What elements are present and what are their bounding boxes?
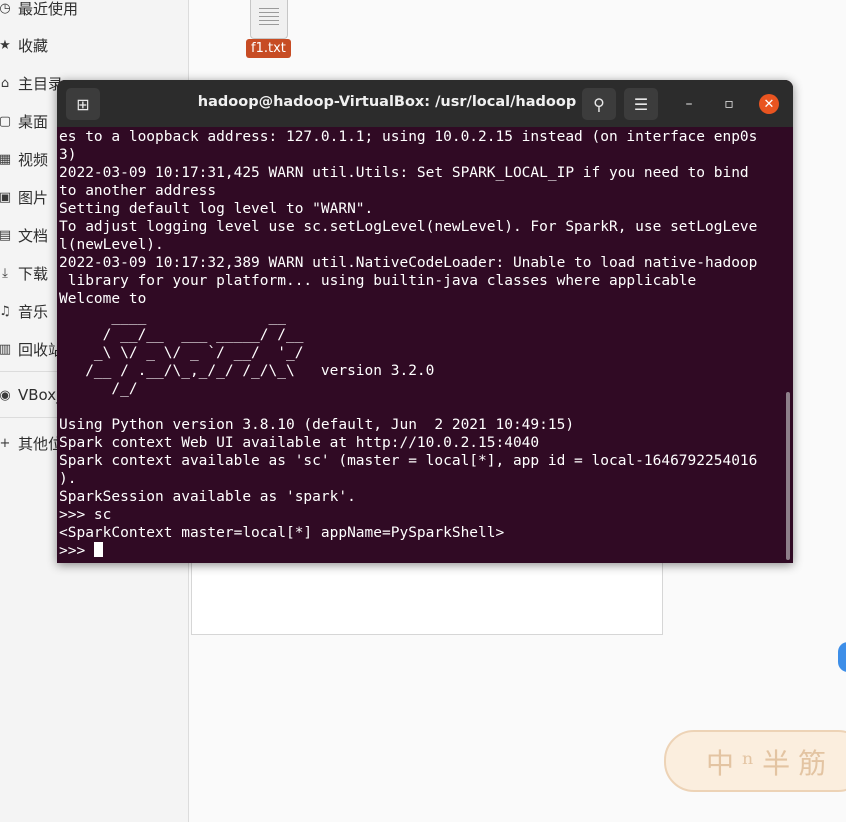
text-file-icon[interactable] <box>250 0 288 39</box>
sidebar-item-label: 文档 <box>18 226 49 245</box>
terminal-line: ). <box>59 471 77 487</box>
terminal-output[interactable]: es to a loopback address: 127.0.1.1; usi… <box>59 128 785 563</box>
maximize-icon: ▫ <box>724 96 734 112</box>
star-icon: ★ <box>0 37 11 53</box>
terminal-line: Welcome to <box>59 291 147 307</box>
terminal-line: Spark context Web UI available at http:/… <box>59 435 540 451</box>
watermark-text: 中ⁿ半筋 <box>706 747 835 780</box>
sidebar-item-label: 视频 <box>18 150 49 169</box>
spark-logo-line: ____ __ <box>59 309 286 325</box>
new-tab-icon: ⊞ <box>76 94 90 114</box>
text-cursor <box>93 542 103 557</box>
desktop-icon: ▢ <box>0 113 12 129</box>
sidebar-item-videos[interactable]: ▦ 视频 <box>0 143 48 175</box>
sidebar-item-recent[interactable]: ◷ 最近使用 <box>0 0 78 24</box>
terminal-line: <SparkContext master=local[*] appName=Py… <box>59 525 505 541</box>
home-icon: ⌂ <box>0 75 10 91</box>
music-icon: ♫ <box>0 303 11 319</box>
watermark-seal: 中ⁿ半筋 <box>664 730 846 792</box>
download-icon: ⤓ <box>2 265 8 281</box>
terminal-line: To adjust logging level use sc.setLogLev… <box>59 219 758 235</box>
spark-logo-line: /_/ <box>59 381 138 397</box>
terminal-line: Setting default log level to "WARN". <box>59 201 374 217</box>
terminal-line: Using Python version 3.8.10 (default, Ju… <box>59 417 575 433</box>
terminal-line: library for your platform... using built… <box>59 273 697 289</box>
sidebar-item-label: 桌面 <box>18 112 49 131</box>
terminal-line: 2022-03-09 10:17:32,389 WARN util.Native… <box>59 255 758 271</box>
terminal-line: to another address <box>59 183 217 199</box>
sidebar-item-downloads[interactable]: ⤓ 下载 <box>0 257 48 289</box>
spark-logo-line: /__ / .__/\_,_/_/ /_/\_\ version 3.2.0 <box>59 363 435 379</box>
sidebar-item-desktop[interactable]: ▢ 桌面 <box>0 105 48 137</box>
shell-prompt: >>> <box>59 543 94 559</box>
sidebar-item-trash[interactable]: ▥ 回收站 <box>0 333 63 365</box>
scroll-indicator <box>838 642 846 672</box>
sidebar-item-label: 图片 <box>18 188 49 207</box>
minimize-icon: – <box>685 96 693 112</box>
sidebar-item-documents[interactable]: ▤ 文档 <box>0 219 48 251</box>
sidebar-item-home[interactable]: ⌂ 主目录 <box>0 67 63 99</box>
search-button[interactable]: ⚲ <box>582 88 616 120</box>
terminal-line: es to a loopback address: 127.0.1.1; usi… <box>59 129 758 145</box>
new-tab-button[interactable]: ⊞ <box>66 88 100 120</box>
sidebar-item-pictures[interactable]: ▣ 图片 <box>0 181 48 213</box>
terminal-line: Spark context available as 'sc' (master … <box>59 453 758 469</box>
minimize-button[interactable]: – <box>679 94 699 114</box>
video-icon: ▦ <box>0 151 12 167</box>
sidebar-item-label: 收藏 <box>18 36 49 55</box>
plus-icon: + <box>0 435 11 451</box>
sidebar-item-label: 下载 <box>18 264 49 283</box>
file-preview-panel <box>191 562 663 635</box>
terminal-line: 2022-03-09 10:17:31,425 WARN util.Utils:… <box>59 165 749 181</box>
sidebar-item-starred[interactable]: ★ 收藏 <box>0 29 48 61</box>
maximize-button[interactable]: ▫ <box>719 94 739 114</box>
terminal-input-line[interactable]: >>> <box>59 542 785 560</box>
terminal-line: 3) <box>59 147 77 163</box>
menu-button[interactable]: ☰ <box>624 88 658 120</box>
file-name-label[interactable]: f1.txt <box>246 39 291 58</box>
picture-icon: ▣ <box>0 189 12 205</box>
terminal-titlebar[interactable]: ⊞ hadoop@hadoop-VirtualBox: /usr/local/h… <box>57 80 793 127</box>
sidebar-item-label: 最近使用 <box>18 0 79 18</box>
spark-logo-line: _\ \/ _ \/ _ `/ __/ '_/ <box>59 345 304 361</box>
spark-logo-line: / __/__ ___ _____/ /__ <box>59 327 304 343</box>
trash-icon: ▥ <box>0 341 12 357</box>
search-icon: ⚲ <box>593 94 605 114</box>
terminal-line: l(newLevel). <box>59 237 164 253</box>
terminal-scrollbar[interactable] <box>786 392 790 560</box>
close-icon: ✕ <box>763 96 775 112</box>
sidebar-item-label: 音乐 <box>18 302 49 321</box>
disc-icon: ◉ <box>0 387 11 403</box>
hamburger-menu-icon: ☰ <box>633 94 649 114</box>
sidebar-item-music[interactable]: ♫ 音乐 <box>0 295 48 327</box>
document-icon: ▤ <box>0 227 12 243</box>
window-title: hadoop@hadoop-VirtualBox: /usr/local/had… <box>197 94 577 110</box>
close-button[interactable]: ✕ <box>759 94 779 114</box>
terminal-line: SparkSession available as 'spark'. <box>59 489 356 505</box>
clock-icon: ◷ <box>0 0 11 16</box>
terminal-line: >>> sc <box>59 507 112 523</box>
terminal-window[interactable]: ⊞ hadoop@hadoop-VirtualBox: /usr/local/h… <box>57 80 793 563</box>
